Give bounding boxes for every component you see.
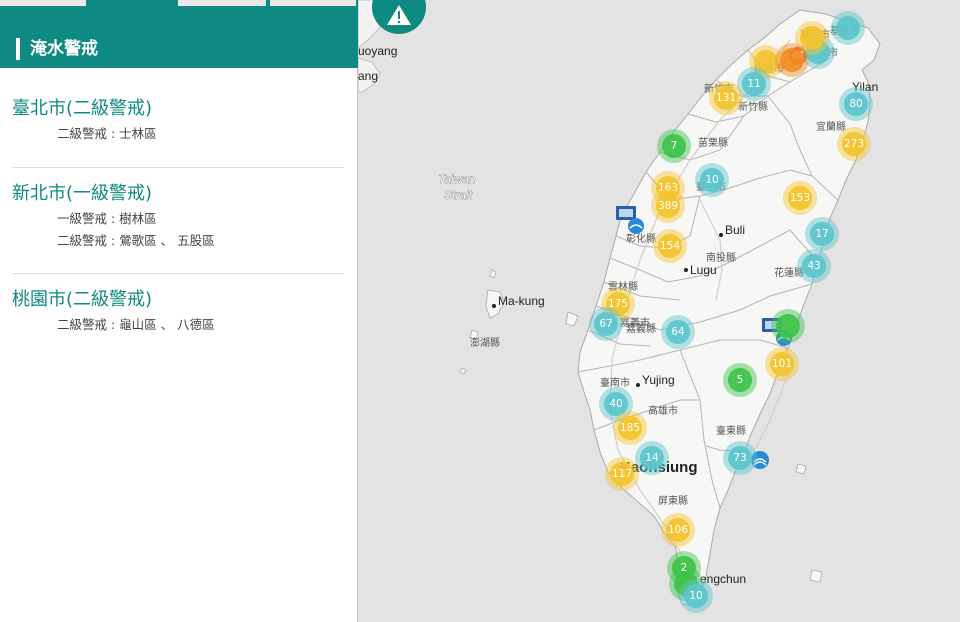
cluster-marker[interactable]: 67 [589, 307, 623, 341]
cluster-marker[interactable]: 5 [723, 363, 757, 397]
cluster-marker[interactable]: 17 [805, 217, 839, 251]
cluster-count: 389 [658, 200, 678, 212]
cluster-marker[interactable]: 14 [635, 441, 669, 475]
app-root: uoyang ang Taiwan Strait Ma-kung 澎湖縣 Yil… [0, 0, 960, 622]
place-dot [636, 383, 640, 387]
sea-label: Taiwan [438, 172, 476, 186]
cluster-marker[interactable]: 101 [765, 347, 799, 381]
cluster-count: 101 [772, 358, 792, 370]
cluster-marker[interactable]: 185 [613, 411, 647, 445]
cluster-marker[interactable] [771, 309, 805, 343]
city-entry[interactable]: 新北市(一級警戒) 一級警戒 : 樹林區 二級警戒 : 鶯歌區 、 五股區 [12, 182, 344, 252]
cluster-count: 153 [790, 192, 810, 204]
place-label: 屏東縣 [658, 494, 688, 507]
city-name[interactable]: 桃園市(二級警戒) [12, 288, 344, 312]
place-dot [719, 233, 723, 237]
place-label: 彰化縣 [626, 232, 656, 245]
green-island [795, 463, 807, 475]
place-label: 嘉義縣 [626, 322, 656, 335]
cluster-marker[interactable] [831, 11, 865, 45]
cluster-marker[interactable] [775, 43, 809, 77]
cluster-marker[interactable]: 131 [709, 81, 743, 115]
cluster-count: 2 [681, 562, 688, 574]
place-label: Buli [725, 223, 745, 237]
cluster-count: 10 [689, 590, 702, 602]
panel-title: 淹水警戒 [30, 39, 98, 59]
place-dot [684, 268, 688, 272]
orchid-island [809, 569, 823, 583]
warning-line: 二級警戒 : 龜山區 、 八德區 [57, 317, 215, 332]
divider [12, 273, 344, 274]
sea-label: Strait [444, 188, 473, 202]
tab[interactable] [270, 0, 356, 6]
cluster-count: 185 [620, 422, 640, 434]
place-label: 苗栗縣 [698, 137, 728, 149]
place-label: Ma-kung [498, 294, 545, 308]
cluster-count: 14 [645, 452, 659, 464]
tab-strip [0, 0, 358, 8]
cluster-marker[interactable]: 10 [679, 579, 713, 613]
cluster-count: 273 [844, 138, 864, 150]
place-label: Lugu [690, 263, 717, 277]
cluster-marker[interactable]: 273 [837, 127, 871, 161]
cluster-marker[interactable]: 153 [783, 181, 817, 215]
cluster-count: 11 [747, 78, 760, 90]
place-label: uoyang [358, 44, 397, 58]
warning-line: 一級警戒 : 樹林區 [57, 211, 157, 226]
cluster-count: 5 [737, 374, 744, 386]
cluster-count: 80 [849, 98, 862, 110]
cluster-count: 7 [671, 140, 678, 152]
title-bar-accent [16, 38, 20, 60]
cluster-count: 64 [671, 326, 685, 338]
place-label: 宜蘭縣 [816, 120, 846, 133]
place-label: 臺東縣 [716, 424, 746, 437]
cluster-marker[interactable]: 117 [605, 457, 639, 491]
cluster-count: 117 [612, 468, 632, 480]
tab[interactable] [0, 0, 86, 6]
warning-panel: 淹水警戒 臺北市(二級警戒) 二級警戒 : 士林區 新北市(一級警戒) 一級警戒… [0, 0, 358, 622]
city-name[interactable]: 臺北市(二級警戒) [12, 97, 344, 121]
cluster-marker[interactable]: 73 [723, 441, 757, 475]
city-entry[interactable]: 臺北市(二級警戒) 二級警戒 : 士林區 [12, 97, 344, 145]
cluster-marker[interactable]: 10 [695, 163, 729, 197]
divider [12, 167, 344, 168]
panel-header: 淹水警戒 [0, 8, 358, 68]
warning-icon [386, 4, 412, 26]
cluster-count: 40 [609, 398, 622, 410]
place-label: 南投縣 [706, 251, 736, 264]
cluster-count: 10 [705, 174, 718, 186]
cluster-count: 43 [807, 260, 820, 272]
place-label: ang [358, 69, 378, 83]
cluster-marker[interactable]: 154 [653, 229, 687, 263]
cluster-marker[interactable]: 7 [657, 129, 691, 163]
cluster-count: 73 [733, 452, 746, 464]
place-label: 高雄市 [648, 404, 678, 417]
cluster-count: 131 [716, 92, 736, 104]
city-entry[interactable]: 桃園市(二級警戒) 二級警戒 : 龜山區 、 八德區 [12, 288, 344, 336]
cluster-count: 17 [815, 228, 828, 240]
cluster-marker[interactable]: 106 [661, 513, 695, 547]
cluster-marker[interactable]: 43 [797, 249, 831, 283]
cluster-count: 67 [599, 318, 612, 330]
cluster-marker[interactable]: 80 [839, 87, 873, 121]
tab[interactable] [178, 0, 266, 6]
cluster-marker[interactable]: 389 [651, 189, 685, 223]
warning-line: 二級警戒 : 士林區 [57, 126, 157, 141]
cluster-count: 154 [660, 240, 680, 252]
place-dot [492, 304, 496, 308]
warning-line: 二級警戒 : 鶯歌區 、 五股區 [57, 233, 215, 248]
cluster-marker[interactable]: 64 [661, 315, 695, 349]
cluster-count: 106 [668, 524, 688, 536]
city-name[interactable]: 新北市(一級警戒) [12, 182, 344, 206]
place-label: Yujing [642, 373, 675, 387]
place-label: 澎湖縣 [470, 337, 500, 349]
